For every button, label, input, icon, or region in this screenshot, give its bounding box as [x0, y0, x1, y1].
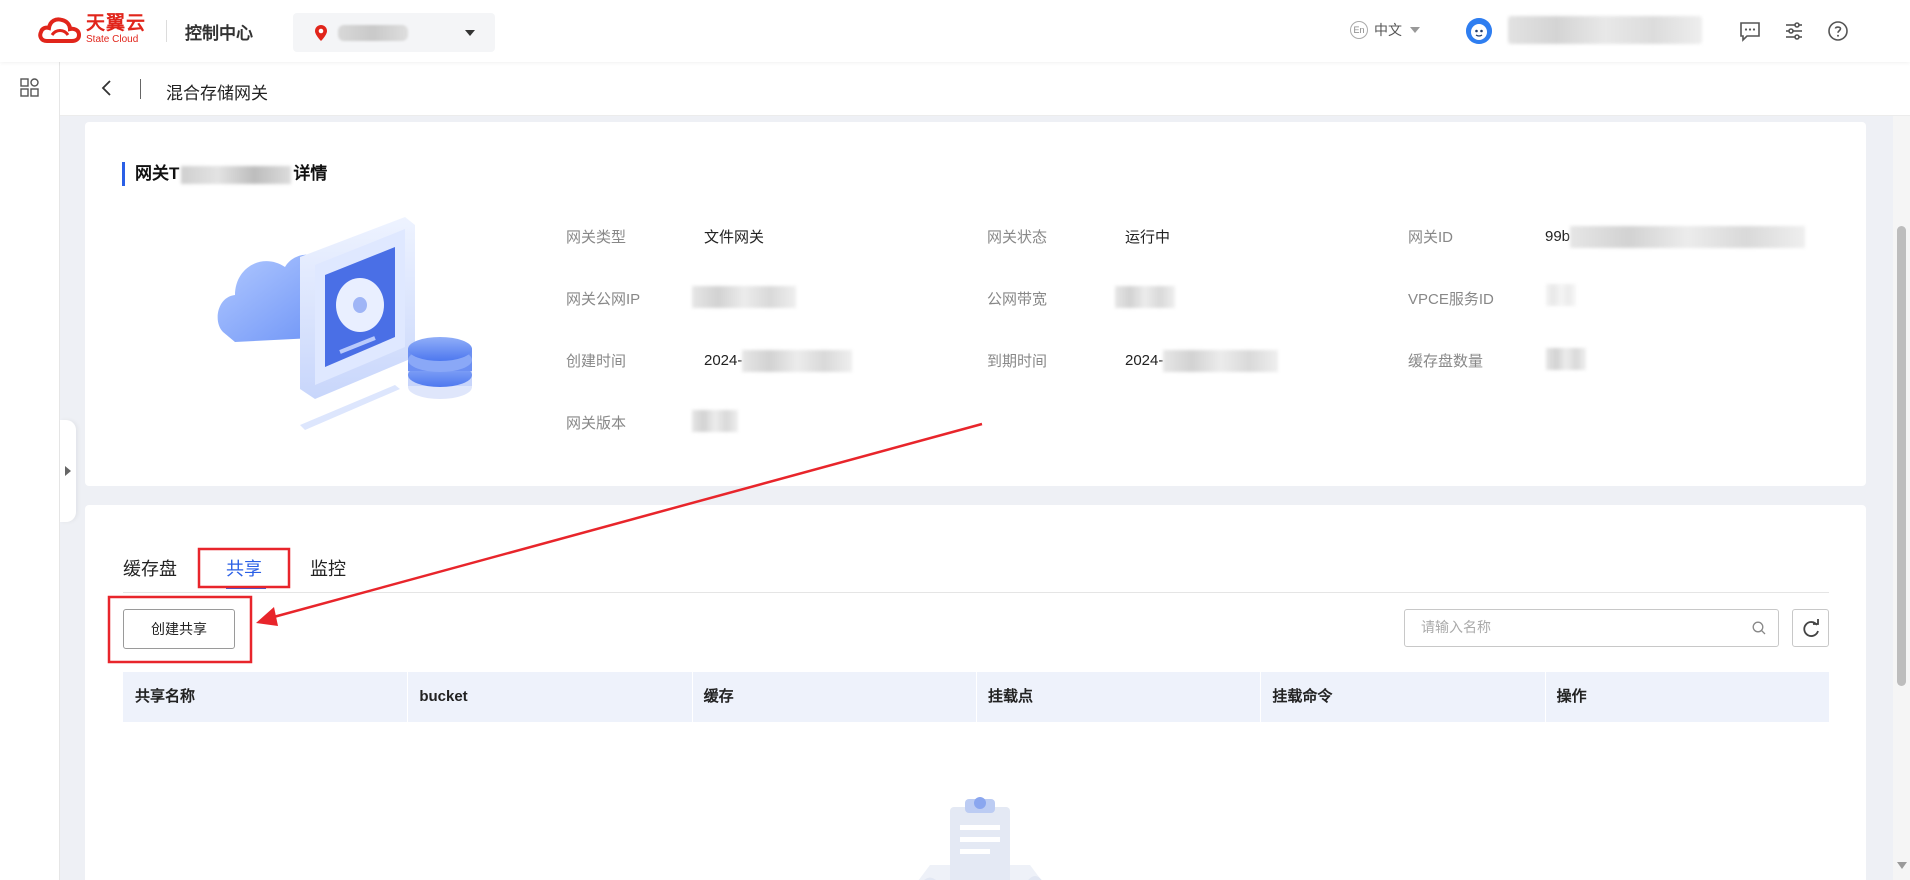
logo-english-text: State Cloud [86, 34, 139, 45]
column-header-share-name: 共享名称 [135, 688, 196, 705]
expire-label: 到期时间 [987, 353, 1048, 370]
search-input[interactable] [1405, 610, 1725, 644]
field-bandwidth: 公网带宽 [987, 286, 1175, 309]
caret-down-icon [1410, 27, 1420, 33]
tab-share[interactable]: 共享 [226, 555, 262, 581]
username-redacted[interactable] [1508, 16, 1702, 44]
gateway-status-value: 运行中 [1125, 229, 1171, 246]
avatar[interactable] [1466, 18, 1492, 44]
field-cache-disk-count: 缓存盘数量 [1408, 348, 1586, 371]
region-selector[interactable] [293, 13, 495, 52]
header-divider [166, 20, 167, 42]
gateway-id-value: 99b [1545, 227, 1571, 245]
gateway-id-redacted [1570, 226, 1806, 248]
column-header-bucket: bucket [407, 672, 691, 722]
gateway-id-label: 网关ID [1408, 229, 1454, 246]
version-redacted [692, 410, 738, 432]
active-tab-indicator [226, 587, 266, 589]
share-management-card: 缓存盘 共享 监控 创建共享 共享名称 bucket 缓存 挂载点 挂载命令 操… [85, 505, 1866, 880]
vpce-redacted [1546, 284, 1576, 306]
chevron-down-icon [465, 30, 475, 36]
field-public-ip: 网关公网IP [566, 286, 796, 309]
field-version: 网关版本 [566, 410, 738, 433]
public-ip-label: 网关公网IP [566, 291, 641, 308]
page-title: 混合存储网关 [166, 84, 268, 103]
empty-state-illustration [885, 795, 1075, 880]
field-gateway-status: 网关状态 运行中 [987, 226, 1170, 247]
search-icon[interactable] [1752, 621, 1766, 638]
created-label: 创建时间 [566, 353, 627, 370]
search-box[interactable] [1404, 609, 1779, 647]
language-icon: En [1350, 21, 1368, 39]
refresh-icon [1803, 619, 1819, 637]
public-ip-redacted [692, 286, 796, 308]
column-header-mount-command: 挂载命令 [1260, 672, 1544, 722]
created-value: 2024- [704, 351, 743, 369]
breadcrumb: 混合存储网关 [60, 62, 1910, 116]
detail-title: 网关T 详情 [122, 162, 327, 186]
gateway-detail-card: 网关T 详情 网关类型 文件网关 网关状态 运行中 网关ID 99b 网关公网I… [85, 122, 1866, 486]
detail-title-suffix: 详情 [293, 164, 328, 183]
column-header-cache: 缓存 [691, 672, 976, 722]
language-switcher[interactable]: En 中文 [1350, 20, 1420, 40]
location-pin-icon [315, 25, 327, 44]
app-grid-icon[interactable] [20, 78, 40, 101]
field-vpce-id: VPCE服务ID [1408, 284, 1576, 309]
gateway-type-value: 文件网关 [704, 229, 765, 246]
language-label: 中文 [1374, 22, 1402, 38]
vpce-label: VPCE服务ID [1408, 291, 1494, 308]
cache-disk-count-label: 缓存盘数量 [1408, 353, 1484, 370]
field-gateway-id: 网关ID 99b [1408, 226, 1806, 248]
sidebar-expand-handle[interactable] [60, 420, 76, 522]
tab-bar: 缓存盘 共享 监控 [123, 555, 1829, 593]
storage-gateway-illustration [215, 217, 475, 450]
detail-title-prefix: 网关T [135, 164, 180, 183]
scrollbar-thumb[interactable] [1897, 226, 1906, 686]
back-arrow-icon[interactable] [100, 79, 114, 100]
top-navigation-bar: 天翼云 State Cloud 控制中心 En 中文 [0, 0, 1910, 62]
field-expire-time: 到期时间 2024- [987, 350, 1279, 372]
field-gateway-type: 网关类型 文件网关 [566, 226, 764, 247]
tab-cache-disk[interactable]: 缓存盘 [123, 555, 177, 581]
gateway-name-redacted [181, 165, 292, 184]
logo-chinese-text: 天翼云 [86, 13, 147, 34]
tab-monitor[interactable]: 监控 [310, 555, 346, 581]
cache-disk-count-redacted [1546, 348, 1586, 370]
version-label: 网关版本 [566, 415, 627, 432]
table-header: 共享名称 bucket 缓存 挂载点 挂载命令 操作 [123, 672, 1829, 722]
bandwidth-redacted [1115, 286, 1175, 308]
message-icon[interactable] [1738, 19, 1762, 43]
scroll-down-arrow-icon[interactable] [1897, 862, 1907, 869]
state-cloud-logo[interactable]: 天翼云 State Cloud [38, 14, 146, 45]
field-created-time: 创建时间 2024- [566, 350, 853, 372]
expire-value: 2024- [1125, 351, 1164, 369]
cloud-logo-icon [38, 15, 82, 45]
gateway-type-label: 网关类型 [566, 229, 627, 246]
settings-sliders-icon[interactable] [1782, 19, 1806, 43]
console-title[interactable]: 控制中心 [185, 19, 253, 44]
gateway-status-label: 网关状态 [987, 229, 1048, 246]
refresh-button[interactable] [1792, 609, 1829, 647]
breadcrumb-divider [140, 79, 141, 99]
expire-time-redacted [1163, 350, 1279, 372]
column-header-mount-point: 挂载点 [975, 672, 1260, 722]
column-header-actions: 操作 [1544, 672, 1829, 722]
created-time-redacted [742, 350, 853, 372]
create-share-button[interactable]: 创建共享 [123, 609, 235, 649]
region-name-redacted [338, 25, 408, 41]
bandwidth-label: 公网带宽 [987, 291, 1048, 308]
left-sidebar [0, 62, 60, 880]
help-icon[interactable] [1826, 19, 1850, 43]
